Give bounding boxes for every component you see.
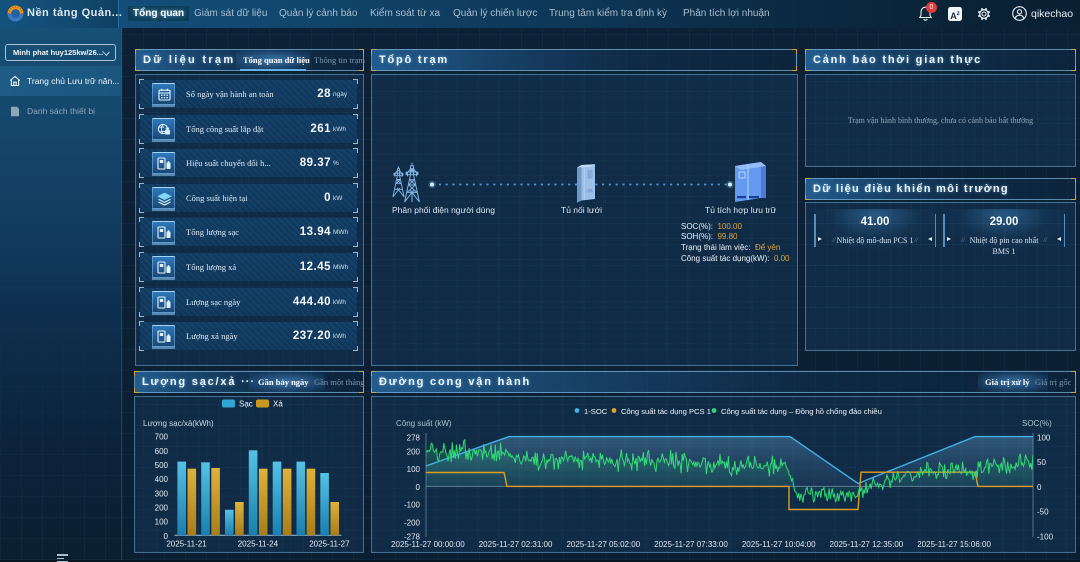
- svg-text:300: 300: [155, 489, 169, 498]
- svg-text:-50: -50: [1037, 508, 1049, 517]
- svg-text:Sạc: Sạc: [239, 400, 253, 409]
- svg-text:700: 700: [155, 433, 169, 442]
- svg-text:2025-11-27 10:04:00: 2025-11-27 10:04:00: [742, 540, 816, 549]
- svg-text:2025-11-27 02:31:00: 2025-11-27 02:31:00: [479, 540, 553, 549]
- svg-text:0: 0: [1037, 483, 1042, 492]
- svg-text:600: 600: [155, 447, 169, 456]
- svg-text:200: 200: [407, 447, 421, 456]
- svg-text:200: 200: [155, 504, 169, 513]
- svg-text:2025-11-27 07:33:00: 2025-11-27 07:33:00: [654, 540, 728, 549]
- svg-text:Công suất tác dụng – Đồng hồ c: Công suất tác dụng – Đồng hồ chống đảo c…: [721, 407, 882, 416]
- svg-text:0: 0: [416, 483, 421, 492]
- svg-text:-100: -100: [1037, 532, 1054, 541]
- svg-text:Lượng sạc/xả(kWh): Lượng sạc/xả(kWh): [143, 419, 214, 428]
- svg-text:2025-11-27 15:06:00: 2025-11-27 15:06:00: [917, 540, 991, 549]
- svg-text:-200: -200: [404, 518, 421, 527]
- svg-text:500: 500: [155, 461, 169, 470]
- svg-text:-100: -100: [404, 501, 421, 510]
- svg-text:2025-11-27 00:00:00: 2025-11-27 00:00:00: [391, 540, 465, 549]
- svg-text:Xả: Xả: [273, 400, 283, 409]
- svg-text:1-SOC: 1-SOC: [584, 407, 608, 416]
- svg-text:100: 100: [155, 518, 169, 527]
- svg-text:100: 100: [1037, 434, 1051, 443]
- svg-text:400: 400: [155, 475, 169, 484]
- svg-text:2025-11-27: 2025-11-27: [309, 540, 350, 549]
- svg-text:SOC(%): SOC(%): [1022, 419, 1052, 428]
- svg-text:2025-11-27 05:02:00: 2025-11-27 05:02:00: [566, 540, 640, 549]
- svg-text:278: 278: [407, 434, 421, 443]
- svg-text:2025-11-24: 2025-11-24: [238, 540, 279, 549]
- svg-text:50: 50: [1037, 458, 1046, 467]
- svg-text:100: 100: [407, 465, 421, 474]
- svg-text:Công suất tác dụng PCS 1: Công suất tác dụng PCS 1: [621, 407, 711, 416]
- svg-text:2025-11-21: 2025-11-21: [166, 540, 207, 549]
- svg-text:2025-11-27 12:35:00: 2025-11-27 12:35:00: [830, 540, 904, 549]
- svg-text:Công suất (kW): Công suất (kW): [396, 419, 452, 428]
